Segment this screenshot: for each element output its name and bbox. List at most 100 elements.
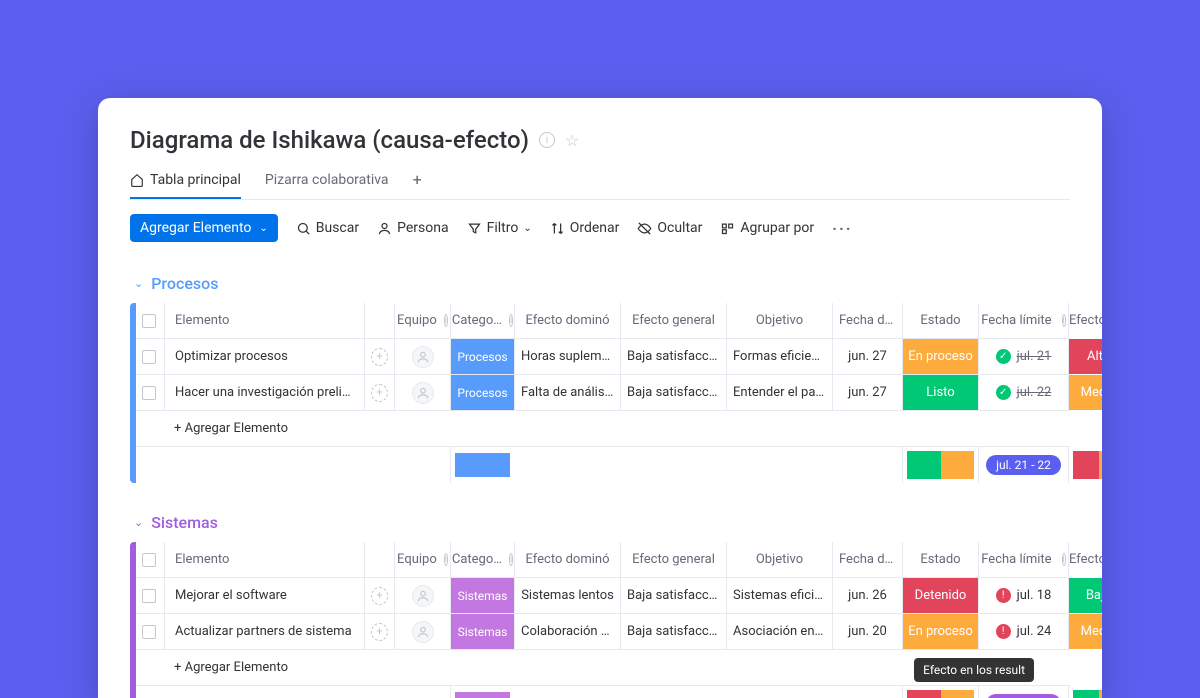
group-header-procesos[interactable]: ⌄ Procesos [130, 268, 1070, 303]
col-domino[interactable]: Efecto dominó [514, 542, 620, 577]
col-status[interactable]: Estado [902, 303, 978, 338]
effect-badge[interactable]: Media [1069, 375, 1102, 410]
col-objective[interactable]: Objetivo [726, 542, 832, 577]
category-tag[interactable]: Sistemas [451, 578, 514, 613]
info-icon[interactable]: i [539, 132, 555, 148]
row-checkbox[interactable] [142, 589, 156, 603]
col-start[interactable]: Fecha de ini… [832, 303, 902, 338]
group-header-sistemas[interactable]: ⌄ Sistemas [130, 507, 1070, 542]
category-tag[interactable]: Procesos [451, 339, 514, 374]
avatar[interactable] [412, 346, 434, 368]
expand-icon[interactable]: + [371, 348, 388, 366]
col-team[interactable]: Equipoi [394, 542, 450, 577]
chevron-down-icon: ⌄ [134, 277, 143, 290]
filter-tool[interactable]: Filtro ⌄ [467, 220, 532, 236]
more-menu[interactable]: ··· [832, 219, 852, 238]
col-effect[interactable]: Efecto en los [1068, 542, 1102, 577]
info-icon[interactable]: i [509, 553, 513, 566]
cell-domino[interactable]: Horas suplementarias [521, 349, 614, 364]
search-tool[interactable]: Buscar [296, 220, 359, 236]
expand-icon[interactable]: + [371, 587, 388, 605]
row-checkbox[interactable] [142, 625, 156, 639]
tab-add[interactable]: + [413, 170, 422, 199]
cell-general[interactable]: Baja satisfacción y ret… [627, 624, 720, 639]
col-deadline[interactable]: Fecha límitei [978, 303, 1068, 338]
cell-objective[interactable]: Formas eficientes d… [733, 349, 826, 364]
cell-element[interactable]: Mejorar el software [175, 588, 287, 603]
status-badge[interactable]: En proceso [903, 614, 978, 649]
summary-category [455, 453, 510, 477]
cell-element[interactable]: Actualizar partners de sistema [175, 624, 352, 639]
col-start[interactable]: Fecha de ini… [832, 542, 902, 577]
cell-deadline[interactable]: ✓jul. 21 [978, 339, 1068, 374]
cell-objective[interactable]: Asociación en curso [733, 624, 826, 639]
cell-general[interactable]: Baja satisfacción y ret… [627, 588, 720, 603]
col-domino[interactable]: Efecto dominó [514, 303, 620, 338]
expand-icon[interactable]: + [371, 384, 388, 402]
avatar[interactable] [412, 621, 434, 643]
col-general[interactable]: Efecto general [620, 542, 726, 577]
group-tool[interactable]: Agrupar por [720, 220, 814, 236]
cell-start[interactable]: jun. 27 [848, 385, 887, 400]
avatar[interactable] [412, 382, 434, 404]
cell-start[interactable]: jun. 26 [848, 588, 887, 603]
header-checkbox[interactable] [142, 553, 156, 567]
cell-deadline[interactable]: !jul. 24 [978, 614, 1068, 649]
cell-element[interactable]: Optimizar procesos [175, 349, 288, 364]
col-objective[interactable]: Objetivo [726, 303, 832, 338]
category-tag[interactable]: Sistemas [451, 614, 514, 649]
cell-start[interactable]: jun. 20 [848, 624, 887, 639]
cell-start[interactable]: jun. 27 [848, 349, 887, 364]
star-icon[interactable]: ☆ [565, 131, 579, 150]
add-element-label: Agregar Elemento [140, 220, 251, 236]
add-row[interactable]: + Agregar Elemento [130, 411, 1070, 447]
info-icon[interactable]: i [444, 314, 448, 327]
table-row[interactable]: Actualizar partners de sistema + Sistema… [130, 614, 1070, 650]
col-category[interactable]: Catego…i [450, 303, 514, 338]
cell-general[interactable]: Baja satisfacción y ret… [627, 385, 720, 400]
status-badge[interactable]: Detenido [903, 578, 978, 613]
table-row[interactable]: Optimizar procesos + Procesos Horas supl… [130, 339, 1070, 375]
table-row[interactable]: Hacer una investigación prelimi… + Proce… [130, 375, 1070, 411]
col-status[interactable]: Estado [902, 542, 978, 577]
person-tool[interactable]: Persona [377, 220, 448, 236]
row-checkbox[interactable] [142, 386, 156, 400]
tab-board[interactable]: Pizarra colaborativa [265, 172, 389, 198]
cell-objective[interactable]: Sistemas eficientes [733, 588, 826, 603]
summary-status [907, 451, 974, 479]
tab-main[interactable]: Tabla principal [130, 172, 241, 198]
col-effect[interactable]: Efecto en los [1068, 303, 1102, 338]
col-team[interactable]: Equipoi [394, 303, 450, 338]
effect-badge[interactable]: Baja [1069, 578, 1102, 613]
info-icon[interactable]: i [1062, 314, 1066, 327]
col-element[interactable]: Elemento [164, 303, 364, 338]
table-row[interactable]: Mejorar el software + Sistemas Sistemas … [130, 578, 1070, 614]
cell-deadline[interactable]: !jul. 18 [978, 578, 1068, 613]
info-icon[interactable]: i [1062, 553, 1066, 566]
status-badge[interactable]: En proceso [903, 339, 978, 374]
col-element[interactable]: Elemento [164, 542, 364, 577]
expand-icon[interactable]: + [371, 623, 388, 641]
info-icon[interactable]: i [444, 553, 448, 566]
cell-element[interactable]: Hacer una investigación prelimi… [175, 385, 358, 400]
effect-badge[interactable]: Media [1069, 614, 1102, 649]
cell-domino[interactable]: Falta de análisis de la c… [521, 385, 614, 400]
effect-badge[interactable]: Alta [1069, 339, 1102, 374]
sort-icon [550, 221, 565, 236]
cell-domino[interactable]: Sistemas lentos [521, 588, 614, 603]
cell-deadline[interactable]: ✓jul. 22 [978, 375, 1068, 410]
row-checkbox[interactable] [142, 350, 156, 364]
info-icon[interactable]: i [509, 314, 513, 327]
col-category[interactable]: Catego…i [450, 542, 514, 577]
avatar[interactable] [412, 585, 434, 607]
cell-objective[interactable]: Entender el panorama [733, 385, 826, 400]
col-general[interactable]: Efecto general [620, 303, 726, 338]
status-badge[interactable]: Listo [903, 375, 978, 410]
category-tag[interactable]: Procesos [451, 375, 514, 410]
sort-tool[interactable]: Ordenar [550, 220, 620, 236]
col-deadline[interactable]: Fecha límitei [978, 542, 1068, 577]
cell-domino[interactable]: Colaboración deficiente [521, 624, 614, 639]
hide-tool[interactable]: Ocultar [637, 220, 702, 236]
add-element-button[interactable]: Agregar Elemento ⌄ [130, 214, 278, 242]
cell-general[interactable]: Baja satisfacción y ret… [627, 349, 720, 364]
